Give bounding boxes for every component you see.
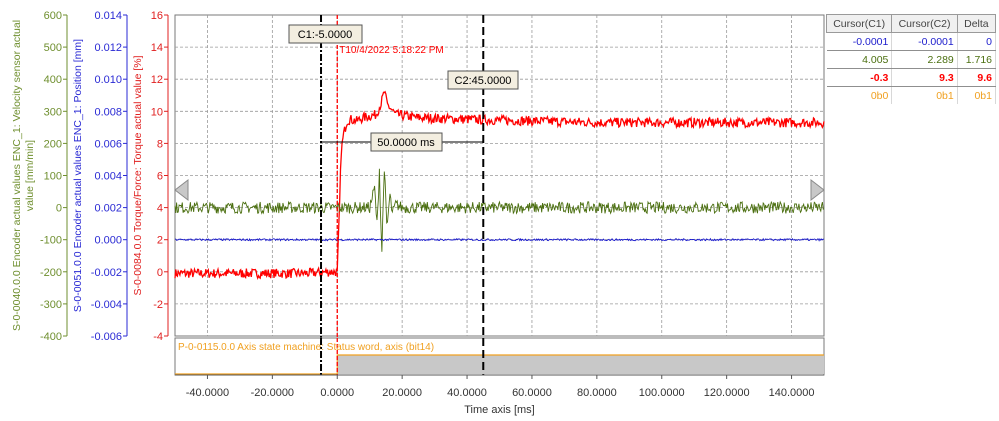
velocity-axis-tick-label: 400 [44,74,62,86]
delta-value: 9.6 [957,68,997,87]
cursor-c1-header: Cursor(C1) [825,14,893,33]
cursor-c2-label: C2:45.0000 [455,75,512,87]
torque-axis-tick-label: 8 [157,138,163,150]
velocity-axis-title-line: value [mm/min] [24,140,36,211]
torque-axis-title: S-0-0084.0.0 Torque/Force: Torque actual… [132,55,144,295]
cursor-row-status: 0b0 0b1 0b1 [826,86,997,104]
cursor-c1-label: C1:-5.0000 [298,29,352,41]
position-axis-tick-label: 0.014 [94,10,122,22]
position-axis-tick-label: -0.004 [91,299,122,311]
x-axis-tick-label: 60.0000 [512,387,552,399]
torque-axis-tick-label: 14 [151,42,163,54]
cursor-c2-value: -0.0001 [891,32,958,51]
x-axis-tick-label: 100.0000 [639,387,685,399]
delta-value: 1.716 [957,50,997,69]
x-axis-title: Time axis [ms] [464,404,535,416]
torque-axis-tick-label: 16 [151,10,163,22]
cursor-c2-value: 0b1 [891,86,958,104]
position-axis-tick-label: 0.004 [94,171,122,183]
position-axis-tick-label: -0.006 [91,331,122,343]
torque-axis-tick-label: 6 [157,171,163,183]
trigger-label: T10/4/2022 5:18:22 PM [339,45,444,56]
x-axis-tick-label: 40.0000 [447,387,487,399]
trend-window: -40.0000 -20.0000 0.0000 20.0000 40.0000 60.0… [0,0,999,421]
position-axis-tick-label: 0.006 [94,138,122,150]
velocity-axis-tick-label: -100 [40,235,62,247]
position-axis-tick-label: 0.010 [94,74,122,86]
torque-axis-tick-label: 4 [157,203,163,215]
velocity-axis-title-line: S-0-0040.0.0 Encoder actual values ENC_1… [11,20,23,331]
delta-label: 50.0000 ms [377,137,435,149]
cursor-table: Cursor(C1) Cursor(C2) Delta -0.0001 -0.00… [825,14,997,104]
velocity-axis-tick-label: 100 [44,171,62,183]
x-axis-tick-label: -40.0000 [186,387,229,399]
cursor-row-torque: -0.3 9.3 9.6 [826,68,997,87]
cursor-row-velocity: 4.005 2.289 1.716 [826,50,997,69]
position-axis-tick-label: 0.000 [94,235,122,247]
position-axis-title: S-0-0051.0.0 Encoder actual values ENC_1… [72,39,84,312]
position-axis-tick-label: 0.008 [94,106,122,118]
cursor-c2-header: Cursor(C2) [891,14,958,33]
velocity-axis-tick-label: 0 [56,203,62,215]
x-axis-tick-label: 0.0000 [320,387,354,399]
position-axis-tick-label: 0.002 [94,203,122,215]
velocity-axis-tick-label: -200 [40,267,62,279]
torque-axis-tick-label: -2 [153,299,163,311]
torque-axis-tick-label: -4 [153,331,163,343]
torque-axis-tick-label: 0 [157,267,163,279]
cursor-c1-value: 4.005 [826,50,893,69]
delta-value: 0 [957,32,997,51]
digital-track-label: P-0-0115.0.0 Axis state machine: Status … [178,342,434,353]
position-axis-tick-label: -0.002 [91,267,122,279]
x-axis-tick-label: 20.0000 [382,387,422,399]
velocity-axis-tick-label: 200 [44,138,62,150]
cursor-row-position: -0.0001 -0.0001 0 [826,32,997,51]
digital-track-high-fill [337,355,824,374]
cursor-c1-value: -0.0001 [826,32,893,51]
torque-axis-tick-label: 10 [151,106,163,118]
torque-axis-tick-label: 12 [151,74,163,86]
cursor-c2-value: 2.289 [891,50,958,69]
velocity-axis-tick-label: 500 [44,42,62,54]
x-axis-tick-label: 120.0000 [704,387,750,399]
position-axis-tick-label: 0.012 [94,42,122,54]
velocity-axis-tick-label: -400 [40,331,62,343]
cursor-c2-value: 9.3 [891,68,958,87]
velocity-axis-tick-label: -300 [40,299,62,311]
x-axis-tick-label: -20.0000 [251,387,294,399]
cursor-c1-value: -0.3 [826,68,893,87]
delta-value: 0b1 [957,86,997,104]
velocity-axis-tick-label: 300 [44,106,62,118]
cursor-table-header: Cursor(C1) Cursor(C2) Delta [825,14,997,33]
delta-header: Delta [956,14,997,33]
cursor-c1-value: 0b0 [826,86,893,104]
x-axis-tick-label: 140.0000 [769,387,815,399]
x-axis-tick-label: 80.0000 [577,387,617,399]
velocity-axis-tick-label: 600 [44,10,62,22]
torque-axis-tick-label: 2 [157,235,163,247]
